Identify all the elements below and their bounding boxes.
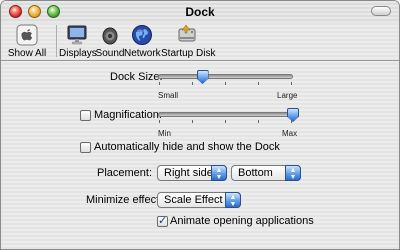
minimize-button[interactable] — [28, 5, 41, 18]
toolbar-label: Displays — [59, 48, 97, 59]
speaker-icon — [102, 27, 118, 45]
window-title: Dock — [185, 5, 215, 19]
checkmark-icon: ✓ — [158, 215, 168, 227]
slider-tick — [258, 120, 259, 123]
dock-size-min-label: Small — [158, 91, 179, 100]
magnification-max-label: Max — [282, 129, 298, 138]
slider-tick — [159, 82, 160, 85]
toolbar-item-startup-disk[interactable]: Startup Disk — [161, 23, 216, 59]
toolbar-label: Startup Disk — [161, 48, 216, 59]
toolbar-separator — [56, 25, 57, 57]
dock-size-slider-thumb[interactable] — [196, 70, 209, 84]
placement-position-popup[interactable]: Bottom ▲ ▼ — [231, 165, 301, 181]
globe-icon — [132, 25, 152, 45]
slider-tick — [192, 82, 193, 85]
preferences-window: Dock Show All Displays Sound Network Sta… — [0, 0, 400, 250]
animate-label[interactable]: Animate opening applications — [170, 215, 314, 227]
popup-arrows-icon: ▲ ▼ — [211, 165, 227, 181]
toolbar-item-displays[interactable]: Displays — [59, 23, 97, 59]
magnification-label: Magnification: — [94, 109, 162, 121]
toolbar-toggle-button[interactable] — [371, 6, 391, 16]
magnification-slider-thumb[interactable] — [287, 108, 299, 122]
zoom-button[interactable] — [47, 5, 60, 18]
placement-label: Placement: — [97, 167, 153, 179]
autohide-label[interactable]: Automatically hide and show the Dock — [94, 141, 280, 153]
slider-tick — [225, 120, 226, 123]
close-button[interactable] — [9, 5, 22, 18]
placement-side-popup[interactable]: Right side ▲ ▼ — [157, 165, 227, 181]
hard-disk-icon — [178, 24, 196, 42]
magnification-checkbox[interactable] — [80, 110, 91, 121]
dock-size-max-label: Large — [277, 91, 298, 100]
dock-size-label: Dock Size: — [110, 71, 163, 83]
slider-tick — [258, 82, 259, 85]
toolbar-label: Network — [124, 48, 161, 59]
slider-tick — [225, 82, 226, 85]
placement-side-value: Right side — [164, 167, 213, 179]
toolbar: Show All Displays Sound Network Startup … — [1, 23, 399, 61]
toolbar-item-sound[interactable]: Sound — [95, 23, 125, 59]
placement-position-value: Bottom — [238, 167, 273, 179]
slider-tick — [159, 120, 160, 123]
apple-logo-icon — [16, 24, 38, 46]
dock-size-slider-track[interactable] — [158, 74, 293, 79]
display-icon — [67, 25, 87, 45]
popup-arrows-icon: ▲ ▼ — [285, 165, 301, 181]
minimize-effect-value: Scale Effect — [164, 194, 223, 206]
minimize-effect-label: Minimize effect: — [86, 194, 163, 206]
popup-arrows-icon: ▲ ▼ — [225, 192, 241, 208]
slider-tick — [291, 82, 292, 85]
toolbar-label: Show All — [7, 48, 47, 59]
toolbar-item-network[interactable]: Network — [124, 23, 161, 59]
animate-checkbox[interactable]: ✓ — [157, 215, 168, 227]
toolbar-label: Sound — [95, 48, 125, 59]
slider-tick — [192, 120, 193, 123]
autohide-checkbox[interactable] — [80, 142, 91, 153]
magnification-min-label: Min — [158, 129, 171, 138]
minimize-effect-popup[interactable]: Scale Effect ▲ ▼ — [157, 192, 241, 208]
toolbar-item-show-all[interactable]: Show All — [7, 23, 47, 59]
magnification-slider-track[interactable] — [158, 112, 293, 117]
title-bar[interactable]: Dock — [1, 1, 399, 23]
